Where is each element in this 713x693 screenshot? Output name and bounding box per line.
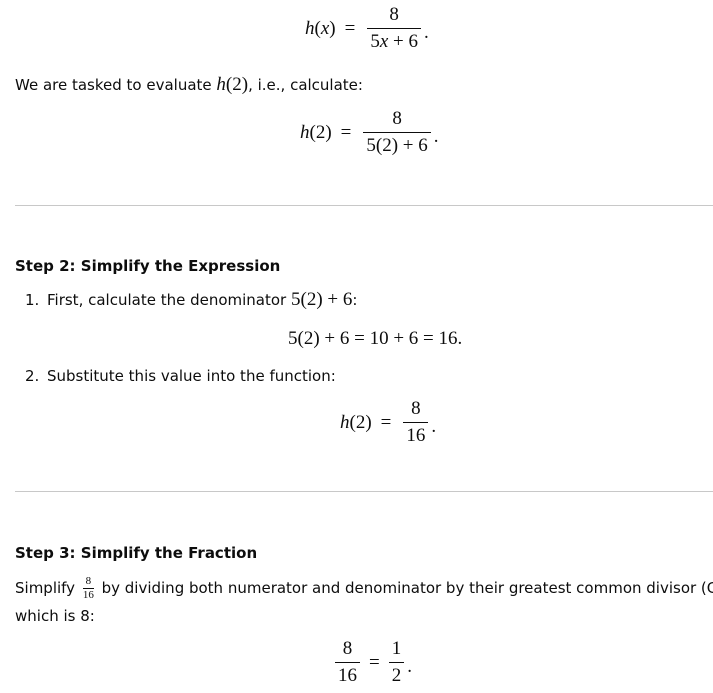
equation-h-of-2-result: h(2) = 8 16 .: [340, 398, 436, 447]
fraction-numerator: 8: [392, 108, 402, 129]
fraction-denominator: 2: [391, 665, 402, 686]
fraction: 8 5x + 6: [367, 4, 421, 53]
fraction-left: 8 16: [335, 638, 360, 687]
equation-denominator-calc: 5(2) + 6 = 10 + 6 = 16.: [288, 328, 462, 350]
equals-sign: =: [340, 121, 352, 143]
list-item-suffix: :: [352, 291, 358, 309]
equals-sign: =: [380, 411, 392, 433]
list-item-math: 5(2) + 6: [291, 289, 353, 310]
fraction-bar: [335, 662, 360, 663]
equation-lhs: h(2): [300, 121, 332, 143]
equation-lhs: h(2): [340, 411, 372, 433]
equals-sign: =: [344, 17, 356, 39]
fraction-bar: [363, 132, 431, 133]
period: .: [433, 126, 439, 147]
list-marker: 2.: [25, 367, 40, 385]
fraction-denominator: 5(2) + 6: [366, 135, 428, 156]
paragraph-text-before: Simplify: [15, 579, 80, 597]
list-item-text: First, calculate the denominator: [47, 291, 291, 309]
equation-h-of-x: h(x) = 8 5x + 6 .: [305, 4, 429, 53]
equation-text: 5(2) + 6 = 10 + 6 = 16.: [288, 328, 463, 349]
fraction-right: 1 2: [388, 638, 405, 687]
fraction-denominator: 16: [406, 425, 426, 446]
fraction-numerator: 8: [389, 4, 399, 25]
fraction-bar: [403, 422, 429, 423]
fraction: 8 16: [403, 398, 429, 447]
fraction-bar: [367, 28, 421, 29]
step-3-heading: Step 3: Simplify the Fraction: [15, 544, 258, 562]
fraction-denominator: 16: [338, 665, 357, 686]
paragraph-text-after: by dividing both numerator and denominat…: [96, 579, 713, 597]
step-3-paragraph-line-2: which is 8:: [15, 607, 95, 625]
inline-fraction-denominator: 16: [82, 589, 94, 601]
section-divider: [15, 205, 713, 206]
fraction-numerator: 8: [342, 638, 353, 659]
intro-text-after: , i.e., calculate:: [248, 76, 363, 94]
fraction-numerator: 1: [391, 638, 402, 659]
fraction-numerator: 8: [411, 398, 421, 419]
equals-sign: =: [369, 651, 380, 673]
intro-paragraph: We are tasked to evaluate h(2), i.e., ca…: [15, 71, 363, 99]
step-3-paragraph: Simplify 8 16 by dividing both numerator …: [15, 574, 713, 602]
list-item: 2. Substitute this value into the functio…: [25, 362, 336, 390]
equation-final: 8 16 = 1 2 .: [332, 638, 412, 687]
period: .: [407, 656, 412, 677]
step-2-heading: Step 2: Simplify the Expression: [15, 257, 281, 275]
equation-h-of-2: h(2) = 8 5(2) + 6 .: [300, 108, 439, 157]
intro-math: h(2): [216, 74, 249, 95]
equation-lhs: h(x): [305, 17, 336, 39]
list-item: 1. First, calculate the denominator 5(2) …: [25, 286, 357, 314]
list-item-text: Substitute this value into the function:: [47, 367, 336, 385]
inline-fraction: 8 16: [82, 575, 94, 601]
fraction: 8 5(2) + 6: [363, 108, 431, 157]
intro-text-before: We are tasked to evaluate: [15, 76, 217, 94]
period: .: [431, 416, 437, 437]
section-divider: [15, 491, 713, 492]
list-marker: 1.: [25, 291, 40, 309]
period: .: [423, 22, 429, 43]
fraction-bar: [388, 662, 405, 663]
inline-fraction-numerator: 8: [85, 575, 92, 587]
fraction-denominator: 5x + 6: [370, 31, 418, 52]
